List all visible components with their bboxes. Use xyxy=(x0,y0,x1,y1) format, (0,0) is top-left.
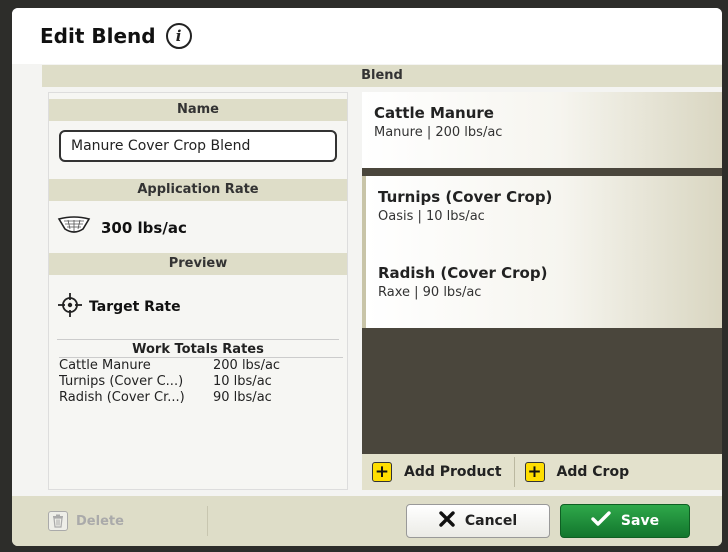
product-description: Oasis | 10 lbs/ac xyxy=(378,209,485,224)
add-toolbar: + Add Product + Add Crop xyxy=(362,454,722,490)
edit-blend-dialog: Edit Blend i Blend Name Application Rate xyxy=(12,8,722,546)
name-header: Name xyxy=(49,99,347,121)
blend-header: Blend xyxy=(42,65,722,87)
product-description: Raxe | 90 lbs/ac xyxy=(378,285,482,300)
totals-row: Turnips (Cover C...) 10 lbs/ac xyxy=(59,374,343,390)
target-rate-row: Target Rate xyxy=(49,275,347,325)
save-label: Save xyxy=(620,513,660,529)
delete-button[interactable]: Delete xyxy=(48,506,208,536)
add-crop-label: Add Crop xyxy=(556,464,630,480)
totals-product-rate: 90 lbs/ac xyxy=(213,390,272,405)
totals-product-rate: 200 lbs/ac xyxy=(213,358,281,373)
dialog-title: Edit Blend xyxy=(40,24,156,48)
cancel-button[interactable]: Cancel xyxy=(406,504,550,538)
work-totals-list: Cattle Manure 200 lbs/ac Turnips (Cover … xyxy=(59,357,343,406)
plus-icon: + xyxy=(524,462,545,482)
totals-product-name: Cattle Manure xyxy=(59,358,151,373)
product-name: Cattle Manure xyxy=(374,104,494,122)
close-icon xyxy=(439,511,455,531)
cancel-label: Cancel xyxy=(464,513,518,529)
save-button[interactable]: Save xyxy=(560,504,690,538)
blend-name-input[interactable] xyxy=(59,130,337,162)
title-bar: Edit Blend i xyxy=(12,8,722,64)
add-product-button[interactable]: + Add Product xyxy=(362,454,502,490)
trash-icon xyxy=(48,511,68,531)
plus-icon: + xyxy=(372,462,392,482)
application-rate-section: Application Rate 300 lbs/ac xyxy=(49,179,347,245)
add-product-label: Add Product xyxy=(404,464,502,480)
work-totals-header: Work Totals Rates xyxy=(57,339,339,357)
application-rate-value: 300 lbs/ac xyxy=(101,219,187,237)
product-description: Manure | 200 lbs/ac xyxy=(374,125,503,140)
product-name: Radish (Cover Crop) xyxy=(378,264,548,282)
preview-section: Preview Target Rate Work Totals Rates Ca… xyxy=(49,253,347,406)
screen-frame: Edit Blend i Blend Name Application Rate xyxy=(0,0,728,552)
blend-details-panel: Name Application Rate xyxy=(48,92,348,490)
name-section: Name xyxy=(49,99,347,162)
checkmark-icon xyxy=(591,511,611,531)
hopper-icon xyxy=(57,215,91,241)
preview-header: Preview xyxy=(49,253,347,275)
totals-product-name: Turnips (Cover C...) xyxy=(59,374,184,389)
application-rate-row: 300 lbs/ac xyxy=(49,201,347,245)
totals-row: Radish (Cover Cr...) 90 lbs/ac xyxy=(59,390,343,406)
totals-product-rate: 10 lbs/ac xyxy=(213,374,272,389)
totals-product-name: Radish (Cover Cr...) xyxy=(59,390,185,405)
footer-bar: Delete Cancel Save xyxy=(12,496,722,546)
product-name: Turnips (Cover Crop) xyxy=(378,188,553,206)
blend-products-list: Cattle Manure Manure | 200 lbs/ac Turnip… xyxy=(362,92,722,490)
add-crop-button[interactable]: + Add Crop xyxy=(515,454,630,490)
product-card-turnips[interactable]: Turnips (Cover Crop) Oasis | 10 lbs/ac xyxy=(362,176,722,252)
delete-label: Delete xyxy=(76,513,124,529)
crosshair-icon xyxy=(57,292,83,322)
info-icon[interactable]: i xyxy=(165,23,192,49)
totals-row: Cattle Manure 200 lbs/ac xyxy=(59,358,343,374)
product-card-cattle-manure[interactable]: Cattle Manure Manure | 200 lbs/ac xyxy=(362,92,722,168)
application-rate-header: Application Rate xyxy=(49,179,347,201)
product-card-radish[interactable]: Radish (Cover Crop) Raxe | 90 lbs/ac xyxy=(362,252,722,328)
target-rate-label: Target Rate xyxy=(89,299,181,315)
